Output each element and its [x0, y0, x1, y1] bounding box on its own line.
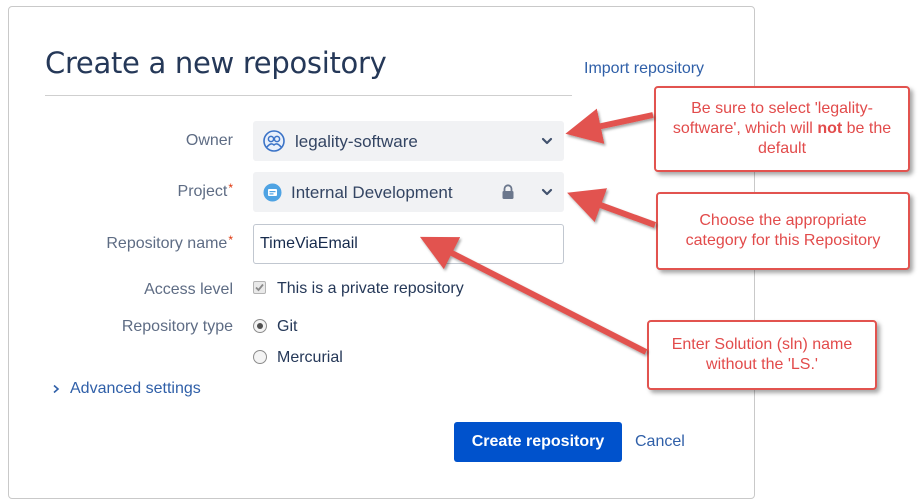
arrow-to-project: [567, 188, 657, 228]
arrow-to-repo-name: [419, 236, 648, 355]
annotation-arrows: [419, 108, 657, 355]
arrow-to-owner: [565, 108, 654, 144]
